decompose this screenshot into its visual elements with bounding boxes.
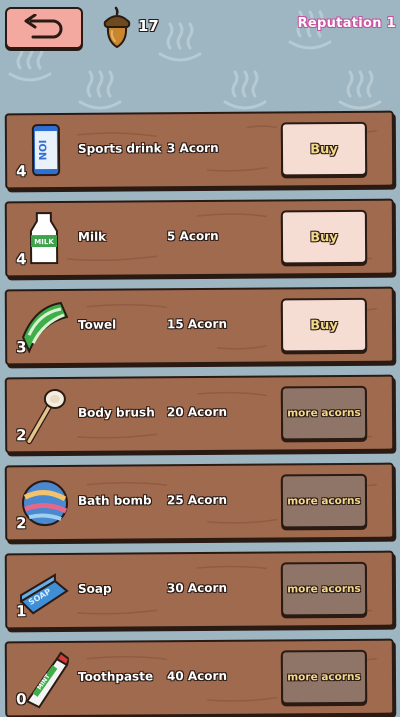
shop-row-bath-bomb: 2 Bath bomb 25 Acorn more acorns [4, 462, 395, 542]
item-name: Bath bomb [77, 493, 152, 508]
shop-row-toothpaste: MINT 0 Toothpaste 40 Acorn more acorns [4, 638, 395, 717]
item-price: 25 Acorn [166, 492, 228, 508]
buy-button[interactable]: Buy [280, 209, 368, 265]
more-acorns-button[interactable]: more acorns [280, 649, 368, 705]
more-acorns-button[interactable]: more acorns [280, 561, 368, 617]
back-button[interactable] [5, 7, 83, 49]
more-acorns-button[interactable]: more acorns [280, 385, 368, 441]
item-name: Toothpaste [77, 669, 154, 684]
item-quantity: 0 [16, 690, 27, 709]
item-quantity: 4 [16, 162, 27, 181]
item-price: 5 Acorn [166, 228, 219, 244]
shop-row-body-brush: 2 Body brush 20 Acorn more acorns [4, 374, 395, 454]
item-price: 40 Acorn [166, 668, 228, 684]
shop-row-milk: MILK 4 Milk 5 Acorn Buy [4, 198, 395, 278]
item-price: 20 Acorn [166, 404, 228, 420]
back-arrow-icon [24, 14, 63, 39]
shop-row-sports-drink: ION 4 Sports drink 3 Acorn Buy [4, 110, 395, 190]
item-price: 30 Acorn [166, 580, 228, 596]
item-name: Soap [77, 581, 112, 596]
item-name: Towel [77, 317, 117, 332]
svg-text:MILK: MILK [34, 238, 54, 246]
acorn-count: 17 [138, 17, 159, 35]
item-quantity: 3 [16, 338, 27, 357]
item-name: Body brush [77, 405, 155, 420]
item-quantity: 1 [16, 602, 27, 621]
buy-button[interactable]: Buy [280, 297, 368, 353]
reputation-label: Reputation 1 [297, 16, 396, 31]
shop-row-towel: 3 Towel 15 Acorn Buy [4, 286, 395, 366]
buy-button[interactable]: Buy [280, 121, 368, 177]
item-price: 15 Acorn [166, 316, 228, 332]
shop-row-soap: SOAP 1 Soap 30 Acorn more acorns [4, 550, 395, 630]
acorn-icon [103, 6, 131, 49]
more-acorns-button[interactable]: more acorns [280, 473, 368, 529]
item-name: Milk [77, 229, 107, 244]
top-bar: 17 Reputation 1 [0, 0, 400, 60]
item-quantity: 4 [16, 250, 27, 269]
item-price: 3 Acorn [166, 140, 219, 156]
item-name: Sports drink [77, 141, 162, 156]
item-quantity: 2 [16, 426, 27, 445]
svg-text:ION: ION [36, 140, 47, 161]
item-quantity: 2 [16, 514, 27, 533]
